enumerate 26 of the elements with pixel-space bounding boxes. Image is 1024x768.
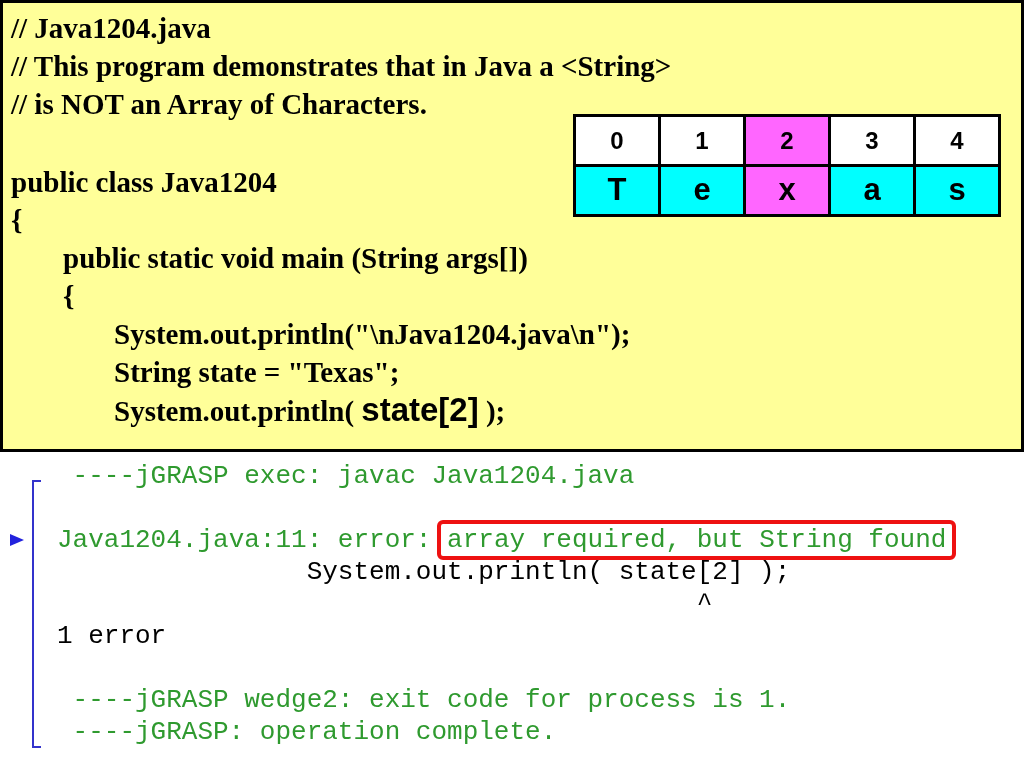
code-comment: // Java1204.java xyxy=(11,11,211,46)
code-comment: // is NOT an Array of Characters. xyxy=(11,87,427,122)
array-letter: T xyxy=(576,167,658,214)
code-line: { xyxy=(63,279,75,314)
code-line: System.out.println( state[2] ); xyxy=(114,390,506,430)
output-line: ----jGRASP: operation complete. xyxy=(71,716,557,748)
output-line: ^ xyxy=(695,588,713,620)
output-line: ----jGRASP exec: javac Java1204.java xyxy=(71,460,635,492)
array-letter: x xyxy=(746,167,828,214)
output-line: ----jGRASP wedge2: exit code for process is 1. xyxy=(71,684,791,716)
code-line: public static void main (String args[]) xyxy=(63,241,528,276)
array-index: 1 xyxy=(661,117,743,164)
array-letter: e xyxy=(661,167,743,214)
array-index: 2 xyxy=(746,117,828,164)
output-line: 1 error xyxy=(57,620,167,652)
array-letter: s xyxy=(916,167,998,214)
code-line: System.out.println("\nJava1204.java\n"); xyxy=(114,317,631,352)
code-line: public class Java1204 xyxy=(11,165,277,200)
array-index: 4 xyxy=(916,117,998,164)
output-line: System.out.println( state[2] ); xyxy=(305,556,791,588)
array-letter: a xyxy=(831,167,913,214)
array-index: 3 xyxy=(831,117,913,164)
array-index: 0 xyxy=(576,117,658,164)
code-line: { xyxy=(11,203,23,238)
code-line: String state = "Texas"; xyxy=(114,355,400,390)
code-comment: // This program demonstrates that in Java a <String> xyxy=(11,49,672,84)
